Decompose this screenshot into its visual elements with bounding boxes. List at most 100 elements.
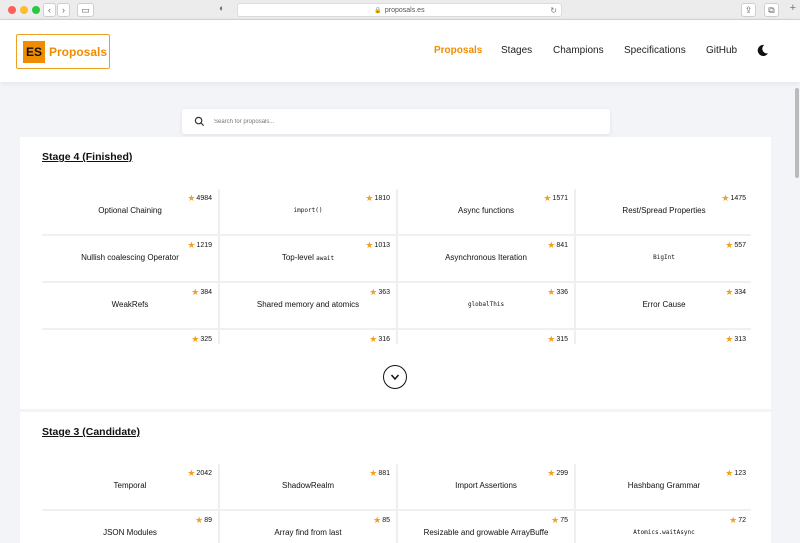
proposal-card[interactable]: BigInt ★ 557 (576, 236, 751, 281)
proposal-card[interactable]: Temporal ★ 2042 (42, 464, 218, 509)
close-window-button[interactable] (8, 6, 16, 14)
dark-mode-toggle-icon[interactable] (756, 44, 769, 57)
star-icon: ★ (547, 240, 556, 250)
proposal-title-text: Array find from last (274, 528, 342, 538)
search-bar[interactable] (182, 109, 610, 134)
back-icon[interactable]: ‹ (43, 3, 56, 17)
star-count-value: 1219 (196, 242, 212, 249)
star-count-value: 1475 (730, 195, 746, 202)
proposal-title: Import Assertions (455, 481, 517, 491)
star-count: ★ 299 (547, 469, 568, 478)
nav-specifications[interactable]: Specifications (624, 45, 686, 57)
proposal-title-code: await (316, 255, 335, 263)
proposal-card[interactable]: globalThis ★ 336 (398, 283, 574, 328)
privacy-shield-icon[interactable]: ◐ (219, 3, 224, 13)
star-count-value: 1013 (374, 242, 390, 249)
star-count-value: 299 (556, 470, 568, 477)
star-count-value: 316 (378, 336, 390, 343)
star-count-value: 85 (382, 517, 390, 524)
forward-icon[interactable]: › (57, 3, 70, 17)
nav-champions[interactable]: Champions (553, 45, 604, 57)
star-icon: ★ (547, 468, 556, 478)
proposal-title: BigInt (653, 254, 675, 262)
share-icon[interactable]: ⇪ (741, 3, 756, 17)
proposal-card[interactable]: Rest/Spread Properties ★ 1475 (576, 189, 751, 234)
search-input[interactable] (214, 113, 594, 130)
proposal-card[interactable]: ShadowRealm ★ 881 (220, 464, 396, 509)
proposal-card[interactable]: ★ 325 (42, 330, 218, 344)
proposal-title-text: Optional Chaining (98, 206, 162, 216)
star-count: ★ 384 (191, 288, 212, 297)
stage3-section: Stage 3 (Candidate) Temporal ★ 2042 ShadowR… (20, 412, 771, 543)
star-count-value: 336 (556, 289, 568, 296)
star-icon: ★ (543, 193, 552, 203)
proposal-title-text: Top-level (281, 253, 317, 263)
star-icon: ★ (547, 334, 556, 344)
address-bar[interactable]: 🔒 proposals.es ↻ (237, 3, 562, 17)
nav-proposals[interactable]: Proposals (434, 45, 482, 57)
scrollbar[interactable] (794, 82, 800, 543)
proposal-card[interactable]: Nullish coalescing Operator ★ 1219 (42, 236, 218, 281)
logo[interactable]: ES Proposals (16, 34, 110, 69)
proposal-card[interactable]: Async functions ★ 1571 (398, 189, 574, 234)
star-count-value: 1571 (552, 195, 568, 202)
proposal-card[interactable]: Import Assertions ★ 299 (398, 464, 574, 509)
proposal-card[interactable]: Array find from last ★ 85 (220, 511, 396, 543)
star-icon: ★ (551, 515, 560, 525)
minimize-window-button[interactable] (20, 6, 28, 14)
proposal-title-text: Resizable and growable ArrayBuffe (423, 528, 549, 538)
new-tab-icon[interactable]: + (790, 2, 796, 14)
star-count: ★ 85 (373, 516, 390, 525)
proposal-card[interactable]: Resizable and growable ArrayBuffe ★ 75 (398, 511, 574, 543)
star-count-value: 75 (560, 517, 568, 524)
star-count: ★ 557 (725, 241, 746, 250)
star-icon: ★ (725, 334, 734, 344)
expand-button[interactable] (383, 365, 407, 389)
proposal-title: Rest/Spread Properties (622, 206, 706, 216)
proposal-card[interactable]: Shared memory and atomics ★ 363 (220, 283, 396, 328)
star-count-value: 334 (734, 289, 746, 296)
proposal-card[interactable]: JSON Modules ★ 89 (42, 511, 218, 543)
sidebar-icon[interactable]: ▭ (77, 3, 94, 17)
star-count: ★ 1571 (543, 194, 568, 203)
proposal-card[interactable]: Error Cause ★ 334 (576, 283, 751, 328)
star-count-value: 1810 (374, 195, 390, 202)
proposal-title-text: Async functions (457, 206, 515, 216)
proposal-card[interactable]: Atomics.waitAsync ★ 72 (576, 511, 751, 543)
section-title: Stage 4 (Finished) (42, 151, 133, 163)
nav-github[interactable]: GitHub (706, 45, 737, 57)
star-icon: ★ (365, 240, 374, 250)
proposal-card[interactable]: Asynchronous Iteration ★ 841 (398, 236, 574, 281)
star-icon: ★ (369, 468, 378, 478)
scrollbar-thumb[interactable] (795, 88, 799, 178)
proposal-title: ShadowRealm (282, 481, 334, 491)
proposal-card[interactable]: ★ 313 (576, 330, 751, 344)
proposal-title-text: Atomics.waitAsync (633, 529, 695, 537)
proposal-title-text: Import Assertions (455, 481, 517, 491)
nav-stages[interactable]: Stages (501, 45, 532, 57)
proposal-card[interactable]: import() ★ 1810 (220, 189, 396, 234)
proposal-title: Temporal (114, 481, 147, 491)
star-count: ★ 72 (729, 516, 746, 525)
maximize-window-button[interactable] (32, 6, 40, 14)
proposal-title: globalThis (468, 301, 504, 309)
proposal-card[interactable]: Top-level await ★ 1013 (220, 236, 396, 281)
proposal-card[interactable]: WeakRefs ★ 384 (42, 283, 218, 328)
proposal-title-text: Rest/Spread Properties (622, 206, 706, 216)
star-count: ★ 75 (551, 516, 568, 525)
proposal-card[interactable]: ★ 315 (398, 330, 574, 344)
star-count: ★ 315 (547, 335, 568, 344)
proposal-card[interactable]: ★ 316 (220, 330, 396, 344)
tabs-icon[interactable]: ⧉ (764, 3, 779, 17)
proposal-card[interactable]: Hashbang Grammar ★ 123 (576, 464, 751, 509)
star-count: ★ 1013 (365, 241, 390, 250)
proposal-card[interactable]: Optional Chaining ★ 4984 (42, 189, 218, 234)
proposal-title: JSON Modules (103, 528, 157, 538)
proposal-title-text: BigInt (653, 254, 675, 262)
star-icon: ★ (725, 240, 734, 250)
proposal-title: Async functions (457, 206, 515, 216)
reload-icon[interactable]: ↻ (550, 4, 557, 17)
star-count-value: 384 (200, 289, 212, 296)
star-count: ★ 881 (369, 469, 390, 478)
proposal-title-text: Hashbang Grammar (627, 481, 701, 491)
